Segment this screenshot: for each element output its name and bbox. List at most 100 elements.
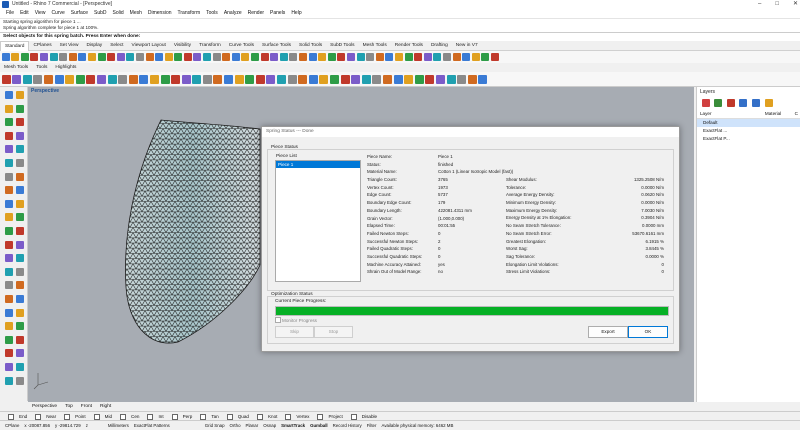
tab-subd-tools[interactable]: SubD Tools (326, 41, 358, 50)
left-tool-icon[interactable] (15, 335, 24, 344)
stop-button[interactable]: Stop (314, 326, 353, 338)
mesh-tool-icon[interactable] (308, 74, 318, 84)
mesh-tool-icon[interactable] (266, 74, 276, 84)
toolbar-tool-icon[interactable] (423, 53, 432, 61)
toolbar-tool-icon[interactable] (107, 53, 116, 61)
toolbar-tool-icon[interactable] (97, 53, 106, 61)
mesh-tool-icon[interactable] (118, 74, 128, 84)
piece-list-item[interactable]: Piece 1 (276, 161, 360, 168)
toolbar-tool-icon[interactable] (327, 53, 336, 61)
new-sublayer-icon[interactable] (714, 99, 723, 107)
left-tool-icon[interactable] (15, 295, 24, 303)
left-tool-icon[interactable] (4, 254, 13, 263)
mesh-tool-icon[interactable] (75, 74, 85, 84)
tab-new-in-v7[interactable]: New in V7 (452, 41, 482, 50)
toolbar-tool-icon[interactable] (289, 53, 298, 61)
checkbox-icon[interactable] (350, 413, 357, 420)
mesh-tool-icon[interactable] (160, 74, 170, 84)
toolbar-tool-icon[interactable] (346, 53, 355, 61)
checkbox-icon[interactable] (226, 413, 233, 420)
left-tool-icon[interactable] (15, 308, 24, 317)
layer-row[interactable]: ExactFlat ... (697, 127, 800, 135)
toolbar-tool-icon[interactable] (135, 53, 144, 61)
move-up-icon[interactable] (739, 99, 748, 107)
mesh-tool-icon[interactable] (96, 74, 106, 84)
left-tool-icon[interactable] (4, 104, 13, 113)
left-tool-icon[interactable] (4, 91, 13, 99)
menu-tools[interactable]: Tools (206, 9, 218, 18)
tab-cplanes[interactable]: CPlanes (29, 41, 55, 50)
left-tool-icon[interactable] (15, 104, 24, 113)
tab-viewport-layout[interactable]: Viewport Layout (128, 41, 170, 50)
toolbar-tool-icon[interactable] (337, 53, 346, 61)
left-tool-icon[interactable] (15, 131, 24, 140)
toolbar-tool-icon[interactable] (442, 53, 451, 61)
mesh-tool-icon[interactable] (435, 74, 445, 84)
left-tool-icon[interactable] (4, 295, 13, 303)
left-tool-icon[interactable] (4, 199, 13, 208)
tab-select[interactable]: Select (106, 41, 127, 50)
maximize-icon[interactable]: □ (775, 0, 779, 9)
toolbar-tool-icon[interactable] (433, 53, 442, 61)
checkbox-icon[interactable] (285, 413, 292, 420)
left-tool-icon[interactable] (4, 322, 13, 331)
left-tool-icon[interactable] (4, 376, 13, 385)
toolbar-tool-icon[interactable] (78, 53, 87, 61)
checkbox-icon[interactable] (35, 413, 42, 420)
mesh-tool-icon[interactable] (22, 74, 32, 84)
toolbar-tool-icon[interactable] (155, 53, 164, 61)
mesh-tool-icon[interactable] (393, 74, 403, 84)
toolbar-tool-icon[interactable] (279, 53, 288, 61)
monitor-progress-checkbox[interactable]: Monitor Progress (275, 317, 317, 323)
toolbar-tool-icon[interactable] (299, 53, 307, 61)
tab-standard[interactable]: Standard (0, 40, 30, 51)
menu-analyze[interactable]: Analyze (224, 9, 242, 18)
mesh-tool-icon[interactable] (234, 74, 244, 84)
mesh-tool-icon[interactable] (128, 74, 138, 84)
menu-panels[interactable]: Panels (270, 9, 285, 18)
viewport-tab-perspective[interactable]: Perspective (28, 402, 61, 411)
mesh-tool-icon[interactable] (372, 74, 382, 84)
left-tool-icon[interactable] (4, 267, 13, 276)
toolbar-tool-icon[interactable] (49, 53, 58, 61)
mesh-tool-icon[interactable] (43, 74, 53, 84)
toolbar-tool-icon[interactable] (356, 53, 365, 61)
mesh-tool-icon[interactable] (382, 74, 392, 84)
left-tool-icon[interactable] (4, 159, 13, 167)
mesh-tool-icon[interactable] (149, 74, 159, 84)
menu-curve[interactable]: Curve (51, 9, 64, 18)
viewport-tab-front[interactable]: Front (77, 402, 96, 411)
toolbar-tool-icon[interactable] (126, 53, 135, 61)
tab-highlights[interactable]: Highlights (51, 63, 80, 72)
left-tool-icon[interactable] (15, 172, 24, 181)
toolbar-tool-icon[interactable] (308, 53, 317, 61)
menu-solid[interactable]: Solid (113, 9, 124, 18)
toolbar-tool-icon[interactable] (164, 53, 173, 61)
viewport-tab-right[interactable]: Right (96, 402, 115, 411)
mesh-tool-icon[interactable] (446, 74, 456, 84)
export-button[interactable]: Export (588, 326, 628, 338)
mesh-tool-icon[interactable] (12, 74, 22, 84)
mesh-tool-icon[interactable] (414, 74, 424, 84)
left-tool-icon[interactable] (4, 213, 13, 222)
toolbar-tool-icon[interactable] (404, 53, 413, 61)
mesh-tool-icon[interactable] (330, 74, 339, 84)
mesh-tool-icon[interactable] (86, 74, 96, 84)
toolbar-tool-icon[interactable] (212, 53, 221, 61)
layer-row[interactable]: ExactFlat P... (697, 135, 800, 143)
left-tool-icon[interactable] (4, 172, 13, 181)
left-tool-icon[interactable] (15, 267, 24, 276)
delete-layer-icon[interactable] (726, 99, 735, 107)
checkbox-icon[interactable] (8, 413, 14, 420)
menu-view[interactable]: View (35, 9, 46, 18)
mesh-tool-icon[interactable] (425, 74, 435, 84)
mesh-tool-icon[interactable] (65, 74, 75, 84)
toolbar-tool-icon[interactable] (145, 53, 154, 61)
left-tool-icon[interactable] (15, 186, 24, 195)
mesh-tool-icon[interactable] (404, 74, 414, 84)
mesh-tool-icon[interactable] (361, 74, 371, 84)
left-tool-icon[interactable] (4, 349, 13, 358)
checkbox-icon[interactable] (256, 413, 263, 420)
toolbar-tool-icon[interactable] (203, 53, 212, 61)
left-tool-icon[interactable] (4, 118, 13, 127)
